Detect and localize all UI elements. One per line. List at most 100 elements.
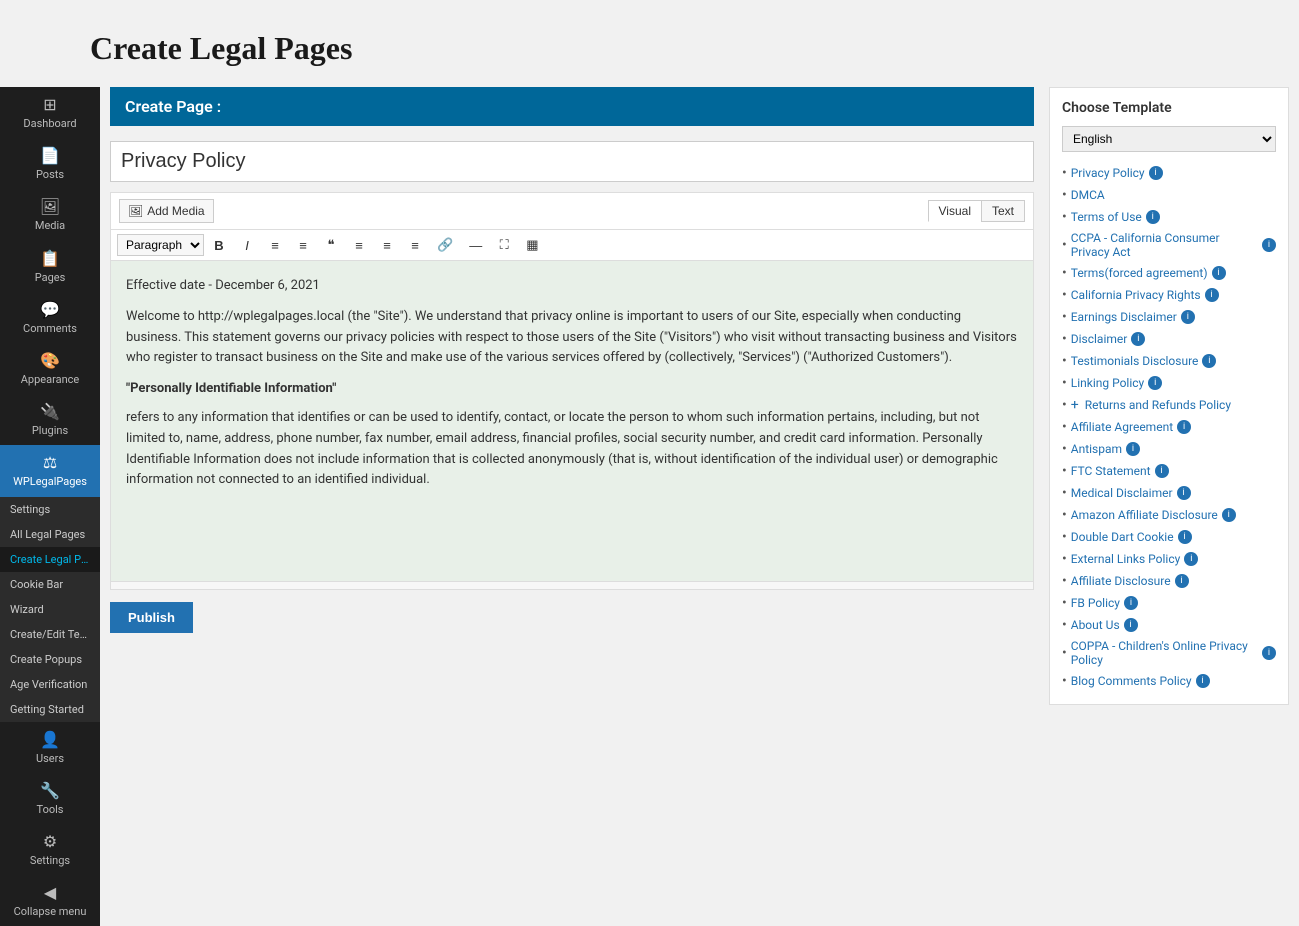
wplegalpages-icon: ⚖ [43,453,57,472]
template-list-item: Blog Comments Policy i [1062,670,1276,692]
add-media-button[interactable]: 🖼 Add Media [119,199,214,223]
template-list-item: Terms(forced agreement) i [1062,262,1276,284]
sidebar-item-collapse[interactable]: ◀ Collapse menu [0,875,100,926]
template-list-item: Medical Disclaimer i [1062,482,1276,504]
create-page-header: Create Page : [125,97,221,116]
page-title-input[interactable] [110,141,1034,182]
sidebar-item-comments[interactable]: 💬 Comments [0,292,100,343]
template-item-link[interactable]: Terms of Use [1071,210,1142,224]
sidebar-item-posts[interactable]: 📄 Posts [0,138,100,189]
info-icon[interactable]: i [1202,354,1216,368]
submenu-create-legal-page[interactable]: Create Legal Page [0,547,100,572]
submenu-all-legal-pages[interactable]: All Legal Pages [0,522,100,547]
info-icon[interactable]: i [1175,574,1189,588]
template-item-link[interactable]: Disclaimer [1071,332,1128,346]
align-right-button[interactable]: ≡ [402,235,428,256]
template-sidebar: Choose Template English Spanish French G… [1049,87,1289,906]
sidebar-item-pages[interactable]: 📋 Pages [0,241,100,292]
italic-button[interactable]: I [234,235,260,256]
info-icon[interactable]: i [1178,530,1192,544]
template-item-link[interactable]: Linking Policy [1071,376,1144,390]
info-icon[interactable]: i [1177,420,1191,434]
blockquote-button[interactable]: ❝ [318,234,344,256]
sidebar-label-collapse: Collapse menu [14,905,87,918]
sidebar-label-comments: Comments [23,322,77,335]
info-icon[interactable]: i [1155,464,1169,478]
sidebar-item-wplegalpages[interactable]: ⚖ WPLegalPages [0,445,100,496]
sidebar-item-appearance[interactable]: 🎨 Appearance [0,343,100,394]
template-item-link[interactable]: Affiliate Agreement [1071,420,1173,434]
sidebar-item-settings[interactable]: ⚙ Settings [0,824,100,875]
template-item-link[interactable]: Medical Disclaimer [1071,486,1173,500]
format-select[interactable]: Paragraph [117,234,204,256]
template-list-item: Double Dart Cookie i [1062,526,1276,548]
ordered-list-button[interactable]: ≡ [290,235,316,256]
template-item-link[interactable]: Terms(forced agreement) [1071,266,1208,280]
info-icon[interactable]: i [1205,288,1219,302]
template-item-link[interactable]: Antispam [1071,442,1122,456]
editor-resize-handle[interactable] [111,581,1033,589]
info-icon[interactable]: i [1124,596,1138,610]
text-tab[interactable]: Text [981,200,1025,222]
visual-tab[interactable]: Visual [928,200,981,222]
template-item-link[interactable]: Returns and Refunds Policy [1085,398,1231,412]
submenu-getting-started[interactable]: Getting Started [0,697,100,722]
submenu-wizard[interactable]: Wizard [0,597,100,622]
template-item-link[interactable]: California Privacy Rights [1071,288,1201,302]
info-icon[interactable]: i [1262,646,1276,660]
editor-content[interactable]: Effective date - December 6, 2021 Welcom… [111,261,1033,581]
info-icon[interactable]: i [1131,332,1145,346]
sidebar-item-plugins[interactable]: 🔌 Plugins [0,394,100,445]
template-item-link[interactable]: Privacy Policy [1071,166,1145,180]
sidebar-item-tools[interactable]: 🔧 Tools [0,773,100,824]
submenu-settings[interactable]: Settings [0,497,100,522]
sidebar-label-wplegalpages: WPLegalPages [13,475,87,488]
sidebar-item-dashboard[interactable]: ⊞ Dashboard [0,87,100,138]
info-icon[interactable]: i [1184,552,1198,566]
template-item-link[interactable]: Affiliate Disclosure [1071,574,1171,588]
info-icon[interactable]: i [1148,376,1162,390]
info-icon[interactable]: i [1262,238,1276,252]
submenu-create-popups[interactable]: Create Popups [0,647,100,672]
link-button[interactable]: 🔗 [430,234,460,256]
template-item-link[interactable]: COPPA - Children's Online Privacy Policy [1071,639,1258,667]
info-icon[interactable]: i [1149,166,1163,180]
template-item-link[interactable]: About Us [1071,618,1120,632]
template-list-item: FTC Statement i [1062,460,1276,482]
template-item-link[interactable]: Blog Comments Policy [1071,674,1192,688]
align-left-button[interactable]: ≡ [346,235,372,256]
template-language-select[interactable]: English Spanish French German [1062,126,1276,152]
publish-button[interactable]: Publish [110,602,193,633]
template-item-link[interactable]: FB Policy [1071,596,1120,610]
align-center-button[interactable]: ≡ [374,235,400,256]
submenu-create-edit-templates[interactable]: Create/Edit Templates [0,622,100,647]
template-item-link[interactable]: Testimonials Disclosure [1071,354,1199,368]
unordered-list-button[interactable]: ≡ [262,235,288,256]
horizontal-rule-button[interactable]: — [462,235,489,256]
info-icon[interactable]: i [1177,486,1191,500]
template-item-link[interactable]: Earnings Disclaimer [1071,310,1177,324]
info-icon[interactable]: i [1126,442,1140,456]
sidebar-item-media[interactable]: 🖼 Media [0,189,100,240]
info-icon[interactable]: i [1146,210,1160,224]
template-item-link[interactable]: DMCA [1071,188,1105,202]
bold-button[interactable]: B [206,235,232,256]
template-list: Privacy Policy i DMCA Terms of Use i CCPA - C… [1062,162,1276,692]
info-icon[interactable]: i [1181,310,1195,324]
template-item-link[interactable]: Double Dart Cookie [1071,530,1174,544]
template-item-link[interactable]: FTC Statement [1071,464,1151,478]
info-icon[interactable]: i [1196,674,1210,688]
sidebar-label-posts: Posts [36,168,64,181]
info-icon[interactable]: i [1124,618,1138,632]
template-item-link[interactable]: CCPA - California Consumer Privacy Act [1071,231,1258,259]
content-line1: Effective date - December 6, 2021 [126,276,1018,297]
info-icon[interactable]: i [1212,266,1226,280]
toolbar-toggle-button[interactable]: ▦ [519,234,545,256]
submenu-cookie-bar[interactable]: Cookie Bar [0,572,100,597]
info-icon[interactable]: i [1222,508,1236,522]
submenu-age-verification[interactable]: Age Verification [0,672,100,697]
fullscreen-button[interactable]: ⛶ [491,234,517,256]
template-item-link[interactable]: Amazon Affiliate Disclosure [1071,508,1218,522]
sidebar-item-users[interactable]: 👤 Users [0,722,100,773]
template-item-link[interactable]: External Links Policy [1071,552,1181,566]
